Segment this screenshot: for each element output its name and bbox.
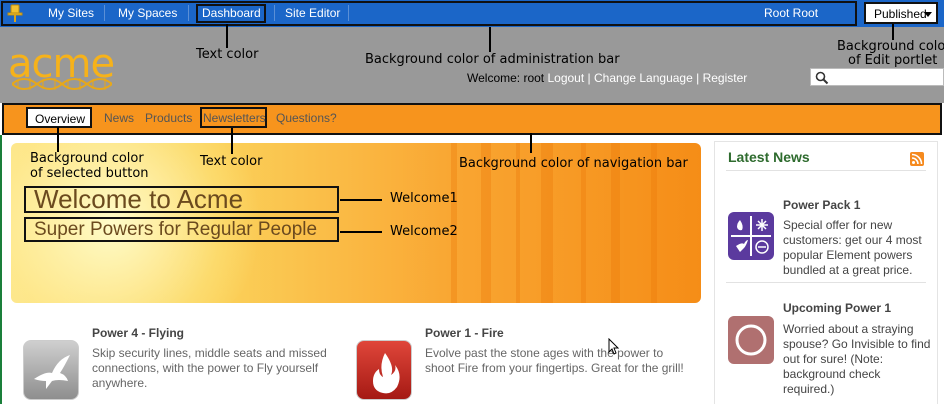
news-divider	[726, 170, 926, 171]
feature-title[interactable]: Power 4 - Flying	[92, 326, 184, 340]
welcome-label: Welcome: root	[467, 71, 545, 85]
annotation-edit-portlet-bg-2: of Edit portlet	[848, 53, 938, 68]
my-sites-link[interactable]: My Sites	[48, 6, 94, 20]
dove-icon[interactable]	[23, 340, 79, 400]
news-title[interactable]: Power Pack 1	[783, 198, 860, 212]
admin-separator	[104, 5, 105, 21]
dashboard-link[interactable]: Dashboard	[202, 6, 261, 20]
nav-item-newsletters[interactable]: Newsletters	[203, 111, 266, 125]
dna-logo-icon	[12, 78, 112, 90]
mouse-cursor-icon	[608, 338, 620, 355]
site-editor-link[interactable]: Site Editor	[285, 6, 340, 20]
annotation-admin-bg: Background color of administration bar	[365, 52, 620, 67]
change-language-link[interactable]: Change Language	[594, 71, 693, 85]
publish-state-dropdown[interactable]: Published	[864, 2, 938, 24]
search-input[interactable]	[810, 68, 944, 86]
flame-icon[interactable]	[356, 340, 412, 400]
annotation-welcome1: Welcome1	[390, 191, 458, 206]
admin-separator	[188, 5, 189, 21]
my-spaces-link[interactable]: My Spaces	[118, 6, 177, 20]
welcome-bar: Welcome: root Logout | Change Language |…	[467, 71, 748, 85]
navigation-bar	[2, 103, 942, 135]
hero-title: Welcome to Acme	[24, 186, 339, 213]
feature-title[interactable]: Power 1 - Fire	[425, 326, 504, 340]
nav-item-overview[interactable]: Overview	[26, 107, 92, 128]
latest-news-heading: Latest News	[728, 149, 810, 165]
user-menu[interactable]: Root Root	[764, 6, 818, 20]
news-text: Special offer for new customers: get our…	[783, 218, 922, 277]
annotation-text-color-admin: Text color	[196, 47, 259, 62]
annotation-selected-button-bg-2: of selected button	[30, 166, 149, 181]
annotation-nav-bg: Background color of navigation bar	[459, 156, 688, 171]
caret-down-icon	[924, 12, 932, 17]
invisible-icon[interactable]	[728, 316, 774, 364]
annotation-text-color-nav: Text color	[200, 154, 263, 169]
power-pack-icon[interactable]	[728, 212, 774, 260]
nav-item-questions[interactable]: Questions?	[276, 111, 337, 125]
admin-separator	[348, 5, 349, 21]
rss-icon[interactable]	[910, 152, 924, 166]
annotation-edit-portlet-bg-1: Background color	[837, 39, 944, 54]
search-icon	[815, 71, 829, 85]
annotation-selected-button-bg-1: Background color	[30, 151, 144, 166]
news-title[interactable]: Upcoming Power 1	[783, 301, 891, 315]
news-text: Worried about a straying spouse? Go Invi…	[783, 322, 931, 396]
nav-item-products[interactable]: Products	[145, 111, 192, 125]
logout-link[interactable]: Logout	[547, 71, 584, 85]
hero-subtitle: Super Powers for Regular People	[24, 217, 339, 242]
nav-item-news[interactable]: News	[104, 111, 134, 125]
annotation-welcome2: Welcome2	[390, 224, 458, 239]
register-link[interactable]: Register	[703, 71, 748, 85]
publish-state-label: Published	[874, 7, 927, 21]
feature-text: Skip security lines, middle seats and mi…	[92, 346, 327, 390]
admin-separator	[274, 5, 275, 21]
feature-text: Evolve past the stone ages with the powe…	[425, 346, 684, 375]
page-left-border	[0, 135, 2, 404]
news-divider	[726, 282, 926, 283]
